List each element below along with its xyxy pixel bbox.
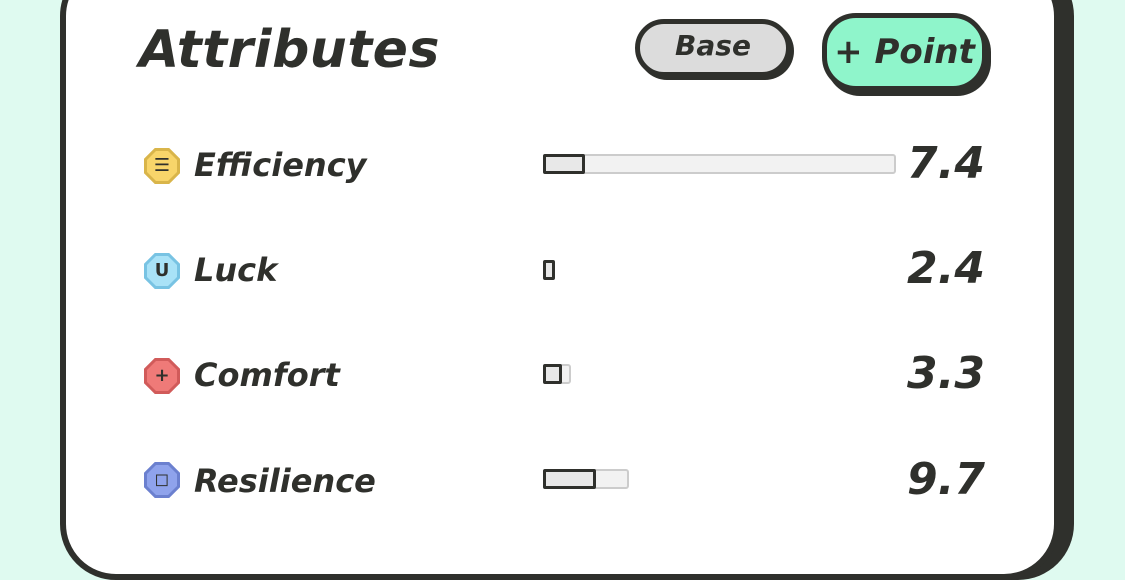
attribute-bar-fill: [543, 364, 562, 384]
attribute-row-resilience: ◻ Resilience 9.7: [0, 450, 1125, 510]
attribute-value: 3.3: [907, 348, 985, 399]
attribute-bar-fill: [543, 469, 596, 489]
base-button[interactable]: Base: [635, 19, 791, 77]
attribute-label: Efficiency: [194, 146, 367, 184]
attribute-label: Comfort: [194, 356, 340, 394]
attribute-bar-fill: [543, 154, 585, 174]
panel-title: Attributes: [139, 20, 440, 80]
attribute-bar-track: [543, 154, 896, 174]
resilience-icon: ◻: [144, 462, 180, 498]
attribute-row-luck: U Luck 2.4: [0, 241, 1125, 301]
efficiency-icon: ☰: [144, 148, 180, 184]
attribute-bar-fill: [543, 260, 555, 280]
add-point-button[interactable]: + Point: [822, 13, 987, 91]
attribute-label: Luck: [194, 251, 278, 289]
attribute-value: 9.7: [907, 454, 985, 505]
comfort-icon: +: [144, 358, 180, 394]
attribute-row-efficiency: ☰ Efficiency 7.4: [0, 136, 1125, 196]
attribute-value: 2.4: [907, 243, 985, 294]
luck-icon: U: [144, 253, 180, 289]
attribute-label: Resilience: [194, 462, 376, 500]
attribute-value: 7.4: [907, 138, 985, 189]
attribute-row-comfort: + Comfort 3.3: [0, 346, 1125, 406]
